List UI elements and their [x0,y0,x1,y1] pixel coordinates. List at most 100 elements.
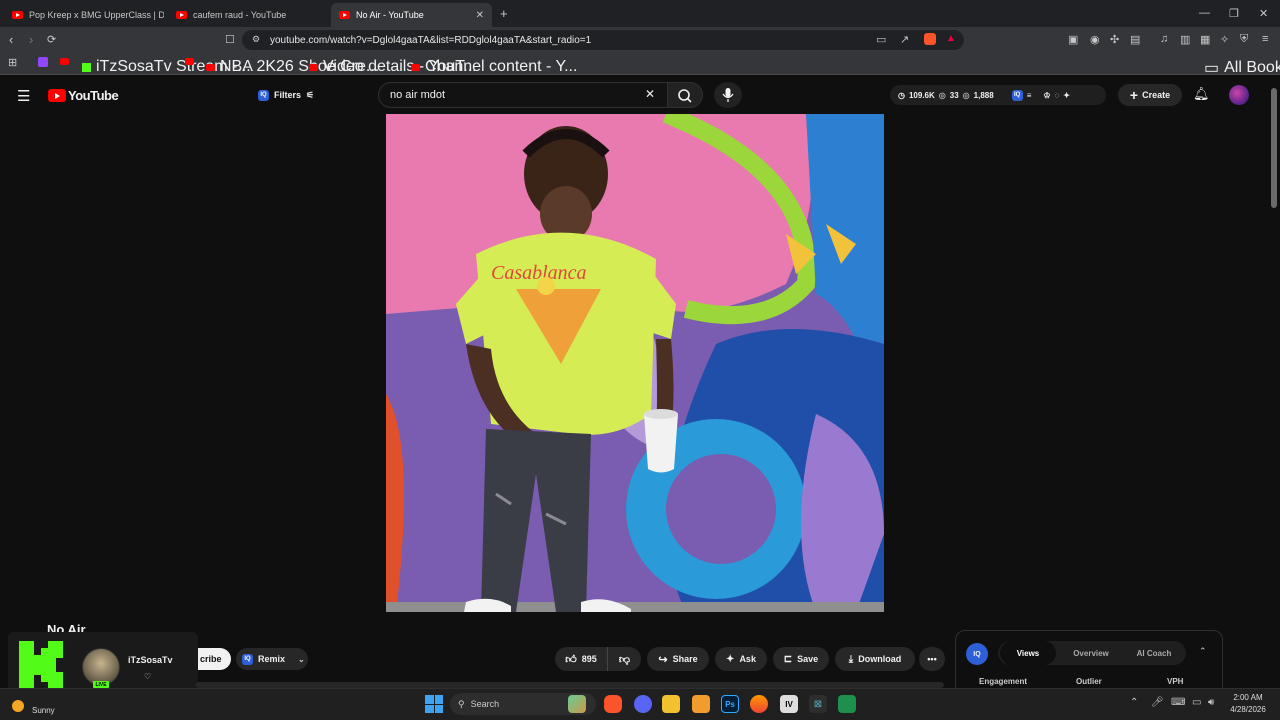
more-actions-button[interactable]: ••• [919,647,945,671]
app-icon[interactable]: IV [780,695,798,713]
heart-icon[interactable]: ♡ [144,672,151,681]
extension-2-icon[interactable]: ◉ [1090,33,1100,46]
back-icon[interactable]: ‹ [9,32,13,47]
youtube-logo[interactable]: YouTube [48,88,119,103]
tab-overview[interactable]: Overview [1062,641,1120,665]
all-bookmarks[interactable]: ▭ All Bookmarks [1204,58,1280,78]
minimize-icon[interactable]: — [1199,7,1210,19]
sparkle-icon: ✦ [1063,90,1070,100]
keyboard-icon[interactable]: ⌨ [1171,697,1185,708]
filters-label: Filters [274,90,302,100]
column-outlier: Outlier [1076,677,1102,686]
cast-icon[interactable]: ▭ [876,33,886,46]
close-tab-icon[interactable]: ✕ [476,10,484,21]
sidebar-icon[interactable]: ▥ [1180,33,1190,46]
youtube-bookmark[interactable] [185,58,199,65]
apps-icon[interactable]: ⊞ [8,56,17,69]
maximize-icon[interactable]: ❐ [1229,7,1239,20]
taskbar-clock[interactable]: 2:00 AM 4/28/2026 [1226,692,1270,716]
vidiq-icon: IQ [258,89,269,101]
start-button-icon[interactable] [425,695,443,713]
app-icon[interactable]: ⊠ [809,695,827,713]
chevron-up-icon[interactable]: ⌃ [1199,646,1207,657]
download-label: Download [858,654,902,664]
clear-search-icon[interactable]: ✕ [645,87,655,101]
site-info-icon[interactable]: ⚙ [252,34,260,45]
app-icon[interactable] [750,695,768,713]
weather-widget[interactable]: Sunny [12,696,55,715]
file-explorer-icon[interactable] [662,695,680,713]
forward-icon[interactable]: › [29,32,33,47]
extensions-icon[interactable]: ✣ [1110,33,1119,46]
like-count: 895 [581,654,597,664]
brave-rewards-icon[interactable]: ▲ [946,33,956,44]
plus-icon: + [1129,87,1139,103]
bookmark-label: Channel content - Y... [425,58,578,75]
extension-1-icon[interactable]: ▣ [1068,33,1078,46]
media-icon[interactable]: ♫ [1160,33,1168,45]
browser-tab-active[interactable]: No Air - YouTube ✕ [331,3,492,27]
discord-icon[interactable] [634,695,652,713]
browser-tab[interactable]: Pop Kreep x BMG UpperClass | Drill M [4,3,164,27]
app-icon[interactable] [692,695,710,713]
create-button[interactable]: + Create [1118,84,1182,106]
share-page-icon[interactable]: ↗ [900,33,909,46]
thumbs-down-icon: 👎︎ [618,653,631,666]
leo-ai-icon[interactable]: ✧ [1220,33,1229,46]
voice-search-button[interactable] [714,82,742,108]
extension-3-icon[interactable]: ▤ [1130,33,1140,46]
tab-ai-coach[interactable]: AI Coach [1124,641,1184,665]
like-button[interactable]: 👍︎ 895 [555,647,607,671]
search-label: Search [470,699,500,709]
weather-label: Sunny [32,706,55,715]
tray-overflow-icon[interactable]: ⌃ [1130,697,1138,708]
brave-browser-icon[interactable] [604,695,622,713]
sliders-icon: ⚟ [306,89,315,100]
wallet-icon[interactable]: ▦ [1200,33,1210,46]
kick-icon [82,62,91,72]
address-bar[interactable]: youtube.com/watch?v=Dglol4gaaTA&list=RDD… [242,30,964,50]
photoshop-icon[interactable]: Ps [721,695,739,713]
brave-shield-icon[interactable] [924,33,936,45]
close-window-icon[interactable]: ✕ [1259,7,1268,20]
account-avatar[interactable] [1229,85,1249,105]
channel-name[interactable]: iTzSosaTv [128,655,173,665]
download-button[interactable]: ⤓ Download [835,647,915,671]
reload-icon[interactable]: ⟳ [47,33,56,46]
stat-value: 1,888 [973,90,994,100]
hamburger-menu-icon[interactable]: ☰ [17,87,30,105]
share-button[interactable]: ↪ Share [647,647,709,671]
notifications-bell-icon[interactable]: 🔔︎ [1193,86,1210,102]
menu-icon[interactable]: ≡ [1262,33,1268,45]
save-button[interactable]: ⊏ Save [773,647,829,671]
create-label: Create [1142,90,1171,100]
search-input[interactable]: no air mdot [378,82,668,108]
vpn-icon[interactable]: ⛨ [1240,33,1248,46]
microphone-tray-icon[interactable]: 🎤︎ [1151,697,1164,708]
remix-button[interactable]: IQ Remix ⌄ [236,648,308,670]
network-icon[interactable]: ▭ [1192,697,1201,708]
download-icon: ⤓ [848,653,854,665]
bookmark-item[interactable]: Channel content - Y... [411,58,577,76]
bookmark-icon[interactable]: ☐ [225,33,235,46]
new-tab-icon[interactable]: + [500,6,508,21]
youtube-favicon-icon [339,11,350,19]
clock-date: 4/28/2026 [1230,705,1266,714]
ask-button[interactable]: ✦ Ask [715,647,767,671]
youtube-bookmark[interactable] [60,58,74,65]
kick-logo-icon [19,641,63,689]
tab-views[interactable]: Views [1000,641,1056,665]
search-button[interactable] [667,82,703,108]
twitch-bookmark-icon[interactable] [38,57,48,67]
page-scrollbar[interactable] [1271,88,1277,208]
clock-time: 2:00 AM [1233,693,1263,702]
app-icon[interactable] [838,695,856,713]
filters-button[interactable]: IQ Filters ⚟ [258,85,314,105]
live-badge: LIVE [93,681,109,688]
volume-icon[interactable]: 🔊︎ [1208,697,1214,708]
video-player[interactable]: Casablanca [386,114,884,612]
vidiq-stats-bar[interactable]: ◷ 109.6K ◎ 33 ◎ 1,888 IQ ≡ ♔ ◌ ✦ [890,85,1106,105]
browser-tab[interactable]: caufem raud - YouTube [168,3,328,27]
clock-icon: ◷ [898,90,905,100]
dislike-button[interactable]: 👎︎ [607,647,641,671]
